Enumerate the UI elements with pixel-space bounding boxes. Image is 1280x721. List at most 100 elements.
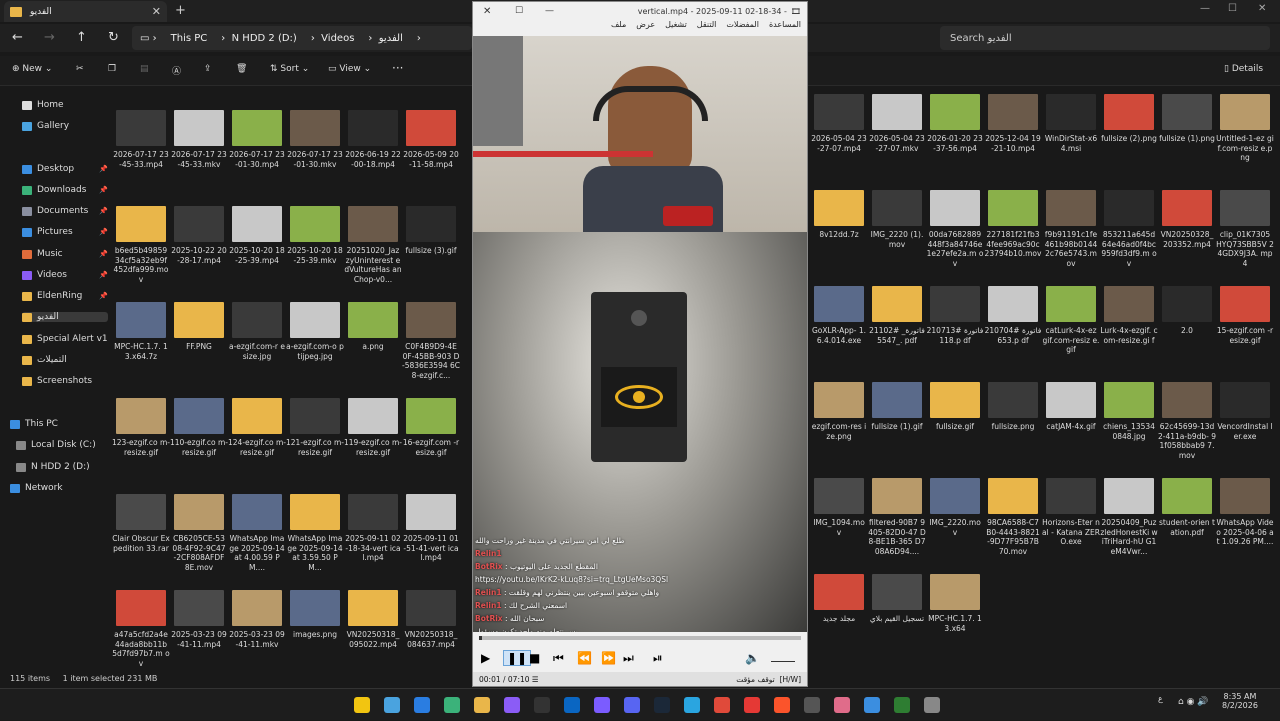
file-item[interactable]: 2026-01-20 23-37-56.mp4	[926, 94, 984, 153]
file-item[interactable]: فاتورة_ #211025547_. pdf	[868, 286, 926, 345]
file-item[interactable]: 16-ezgif.com -resize.gif	[402, 398, 460, 457]
file-item[interactable]: 15-ezgif.com -resize.gif	[1216, 286, 1274, 345]
file-item[interactable]: 123-ezgif.co m-resize.gif	[112, 398, 170, 457]
close-icon[interactable]: ✕	[483, 6, 491, 17]
delete-icon[interactable]: 🗑	[236, 64, 247, 74]
breadcrumb[interactable]: ▭ › This PC › N HDD 2 (D:) › Videos › الفدي…	[132, 26, 472, 50]
file-item[interactable]: Untitled-1-ez gif.com-resiz e.png	[1216, 94, 1274, 163]
file-item[interactable]: 227181f21fb3 4fee969ac90c 23794b10.mov	[984, 190, 1042, 259]
file-item[interactable]: fullsize (1).gif	[868, 382, 926, 432]
file-item[interactable]: 2026-07-17 23-45-33.mkv	[170, 110, 228, 169]
file-item[interactable]: a-ezgif.com-o ptijpeg.jpg	[286, 302, 344, 361]
file-item[interactable]: 2025-09-11 01-51-41-vert ical.mp4	[402, 494, 460, 563]
breadcrumb-item[interactable]: الفديو	[379, 33, 403, 44]
file-item[interactable]: 2025-03-23 09-41-11.mp4	[170, 590, 228, 649]
back-button[interactable]: ←	[12, 30, 23, 45]
copy-icon[interactable]: ❐	[108, 64, 116, 74]
file-item[interactable]: VN20250318_ 084637.mp4	[402, 590, 460, 649]
sidebar-item[interactable]: Music 📌	[22, 249, 108, 259]
view-button[interactable]: ▭ View ⌄	[328, 64, 371, 74]
file-item[interactable]: 119-ezgif.co m-resize.gif	[344, 398, 402, 457]
file-item[interactable]: WinDirStat-x6 4.msi	[1042, 94, 1100, 153]
sidebar-item[interactable]: N HDD 2 (D:)	[16, 462, 102, 472]
file-item[interactable]: fullsize (3).gif	[402, 206, 460, 256]
next-icon[interactable]: ⏭	[623, 651, 634, 666]
file-item[interactable]: WhatsApp Video 2025-04-06 at 1.09.26 PM.…	[1216, 478, 1274, 547]
file-item[interactable]: 2026-06-19 22-00-18.mp4	[344, 110, 402, 169]
more-button[interactable]: ···	[392, 61, 403, 75]
video-frame[interactable]: طلع لي امن سيرانتي في مدينة غير وراحت وا…	[473, 36, 807, 632]
file-item[interactable]: f9b91191c1fe 461b98b0144 2c76e5743.m ov	[1042, 190, 1100, 268]
taskbar-app-icon[interactable]	[594, 697, 610, 713]
tab-active[interactable]: الفديو ✕	[4, 1, 167, 22]
file-item[interactable]: 121-ezgif.co m-resize.gif	[286, 398, 344, 457]
close-tab-icon[interactable]: ✕	[152, 5, 161, 18]
sidebar-item[interactable]: Videos 📌	[22, 270, 108, 280]
file-item[interactable]: 2026-07-17 23-01-30.mp4	[228, 110, 286, 169]
file-item[interactable]: chiens_13534 0848.jpg	[1100, 382, 1158, 441]
file-item[interactable]: IMG_1094.mo v	[810, 478, 868, 537]
file-item[interactable]: 2026-07-17 23-01-30.mkv	[286, 110, 344, 169]
file-item[interactable]: 853211a645d 64e46ad0f4bc 959fd3df9.m ov	[1100, 190, 1158, 268]
file-item[interactable]: 8v12dd.7z	[810, 190, 868, 240]
up-button[interactable]: ↑	[76, 30, 87, 45]
file-item[interactable]: a-ezgif.com-r esize.jpg	[228, 302, 286, 361]
play-icon[interactable]: ▶	[481, 651, 490, 665]
sidebar-item[interactable]: Special Alert v1	[22, 334, 108, 344]
file-item[interactable]: تسجيل القيم بلاي	[868, 574, 926, 624]
sidebar-item[interactable]: الفديو	[22, 312, 108, 322]
taskbar-app-icon[interactable]	[504, 697, 520, 713]
volume-slider[interactable]	[771, 650, 795, 662]
taskbar-app-icon[interactable]	[534, 697, 550, 713]
taskbar-app-icon[interactable]	[714, 697, 730, 713]
file-item[interactable]: 2026-07-17 23-45-33.mp4	[112, 110, 170, 169]
taskbar-app-icon[interactable]	[894, 697, 910, 713]
minimize-button[interactable]: —	[1200, 3, 1210, 14]
new-button[interactable]: ⊕ New ⌄	[12, 64, 52, 74]
tray-icons[interactable]: ⌂ ◉ 🔊	[1178, 697, 1209, 707]
taskbar-app-icon[interactable]	[444, 697, 460, 713]
file-item[interactable]: C0F4B9D9-4E 0F-45BB-903 D-5836E3594 6C8-…	[402, 302, 460, 380]
file-item[interactable]: catLurk-4x-ez gif.com-resiz e.gif	[1042, 286, 1100, 355]
sidebar-item[interactable]: Network	[10, 483, 96, 493]
sidebar-item[interactable]: التميلات	[22, 355, 108, 365]
taskbar-app-icon[interactable]	[564, 697, 580, 713]
maximize-icon[interactable]: ☐	[515, 6, 523, 16]
taskbar-app-icon[interactable]	[654, 697, 670, 713]
taskbar-app-icon[interactable]	[624, 697, 640, 713]
sidebar-item[interactable]: EldenRing 📌	[22, 291, 108, 301]
file-item[interactable]: WhatsApp Image 2025-09-14 at 4.00.59 PM.…	[228, 494, 286, 572]
file-item[interactable]: 98CA6588-C7 B0-4443-8821 -9D77F95B7B 70.…	[984, 478, 1042, 556]
file-item[interactable]: clip_01K7305 HYQ73SBB5V 24GDX9J3A. mp4	[1216, 190, 1274, 268]
file-item[interactable]: 62c45699-13d 2-411a-b9db- 91f058bbab9 7.…	[1158, 382, 1216, 460]
clock[interactable]: 8:35 AM 8/2/2026	[1222, 692, 1258, 710]
pin-icon[interactable]: 📌	[99, 271, 108, 279]
seek-bar[interactable]	[479, 636, 801, 640]
file-item[interactable]: fullsize (1).png	[1158, 94, 1216, 144]
player-menu-item[interactable]: المساعدة	[769, 20, 801, 36]
sidebar-item[interactable]: Local Disk (C:)	[16, 440, 102, 450]
input-language[interactable]: ع	[1158, 694, 1163, 703]
file-item[interactable]: 20250409_Puz zledHonestKi wiTriHard-hU G…	[1100, 478, 1158, 556]
file-item[interactable]: 2026-05-04 23-27-07.mkv	[868, 94, 926, 153]
sidebar-item[interactable]: This PC	[10, 419, 96, 429]
file-item[interactable]: VN20250318_ 095022.mp4	[344, 590, 402, 649]
pin-icon[interactable]: 📌	[99, 207, 108, 215]
breadcrumb-item[interactable]: Videos	[321, 33, 354, 44]
player-menu-item[interactable]: عرض	[636, 20, 655, 36]
sidebar-item[interactable]: Home	[22, 100, 108, 110]
sidebar-item[interactable]: Pictures 📌	[22, 227, 108, 237]
search-input[interactable]: Search الفديو	[940, 26, 1270, 50]
file-item[interactable]: MPC-HC.1.7. 13.x64.7z	[112, 302, 170, 361]
file-item[interactable]: 2025-09-11 02-18-34-vert ical.mp4	[344, 494, 402, 563]
file-item[interactable]: student-orien tation.pdf	[1158, 478, 1216, 537]
stop-icon[interactable]: ■	[529, 651, 540, 665]
taskbar-app-icon[interactable]	[744, 697, 760, 713]
file-item[interactable]: 2025-10-20 18-25-39.mp4	[228, 206, 286, 265]
file-item[interactable]: IMG_2220.mo v	[926, 478, 984, 537]
sidebar-item[interactable]: Downloads 📌	[22, 185, 108, 195]
file-item[interactable]: a47a5cfd2a4e 44ada8bb11b 5d7fd97b7.m ov	[112, 590, 170, 668]
file-item[interactable]: fullsize.png	[984, 382, 1042, 432]
file-item[interactable]: 110-ezgif.co m-resize.gif	[170, 398, 228, 457]
pin-icon[interactable]: 📌	[99, 186, 108, 194]
